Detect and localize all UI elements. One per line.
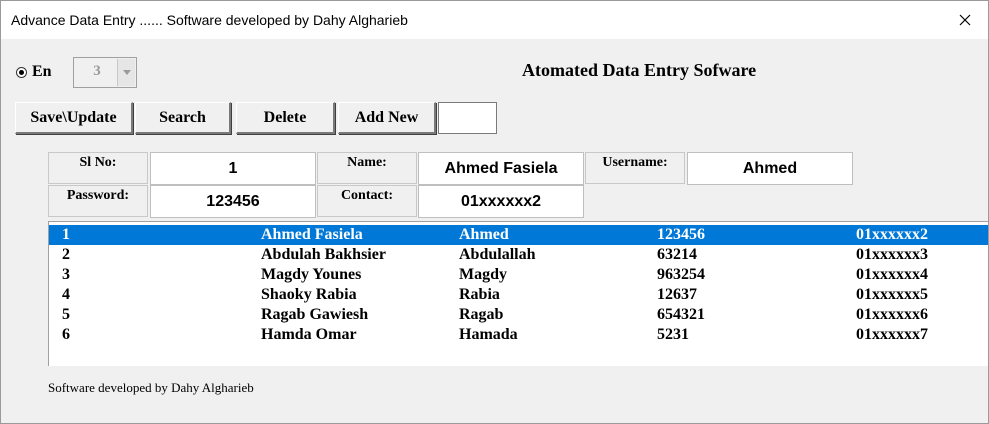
username-field[interactable]: Ahmed	[687, 152, 853, 185]
record-username: Hamada	[459, 326, 518, 343]
list-item[interactable]: 1 Ahmed Fasiela Ahmed 123456 01xxxxxx2	[49, 225, 988, 245]
record-username: Abdulallah	[459, 246, 536, 263]
contact-label: Contact:	[317, 185, 417, 217]
search-button[interactable]: Search	[135, 102, 231, 134]
record-contact: 01xxxxxx6	[856, 306, 928, 323]
record-password: 654321	[657, 306, 705, 323]
record-password: 963254	[657, 266, 705, 283]
record-id: 4	[62, 286, 70, 303]
record-password: 63214	[657, 246, 697, 263]
add-new-button[interactable]: Add New	[338, 102, 436, 134]
list-item[interactable]: 6 Hamda Omar Hamada 5231 01xxxxxx7	[49, 325, 988, 345]
record-username: Ahmed	[459, 226, 509, 243]
close-icon	[959, 14, 971, 26]
record-username: Magdy	[459, 266, 507, 283]
title-bar: Advance Data Entry ...... Software devel…	[1, 1, 988, 39]
record-id: 1	[62, 226, 70, 243]
record-name: Magdy Younes	[261, 266, 362, 283]
radio-selected-icon	[16, 66, 27, 78]
record-id: 5	[62, 306, 70, 323]
sl-no-field[interactable]: 1	[150, 152, 316, 185]
list-item[interactable]: 4 Shaoky Rabia Rabia 12637 01xxxxxx5	[49, 285, 988, 305]
name-label: Name:	[317, 152, 417, 184]
list-item[interactable]: 3 Magdy Younes Magdy 963254 01xxxxxx4	[49, 265, 988, 285]
language-radio[interactable]: En	[16, 63, 52, 81]
records-list[interactable]: 1 Ahmed Fasiela Ahmed 123456 01xxxxxx2 2…	[48, 221, 988, 366]
record-username: Rabia	[459, 286, 500, 303]
combobox-value: 3	[93, 63, 101, 79]
username-label: Username:	[585, 152, 685, 184]
dropdown-button[interactable]	[117, 59, 135, 86]
sl-no-label: Sl No:	[48, 152, 148, 184]
save-update-button[interactable]: Save\Update	[15, 102, 133, 134]
list-item[interactable]: 2 Abdulah Bakhsier Abdulallah 63214 01xx…	[49, 245, 988, 265]
password-field[interactable]: 123456	[150, 185, 316, 218]
record-name: Shaoky Rabia	[261, 286, 357, 303]
record-id: 2	[62, 246, 70, 263]
record-id: 6	[62, 326, 70, 343]
delete-button[interactable]: Delete	[236, 102, 335, 134]
window-title: Advance Data Entry ...... Software devel…	[11, 12, 408, 28]
extra-input[interactable]	[438, 102, 497, 134]
chevron-down-icon	[122, 70, 131, 75]
app-heading: Atomated Data Entry Sofware	[522, 60, 757, 80]
name-field[interactable]: Ahmed Fasiela	[418, 152, 584, 185]
record-id: 3	[62, 266, 70, 283]
record-name: Ahmed Fasiela	[261, 226, 363, 243]
number-combobox[interactable]: 3	[73, 57, 137, 88]
footer-credit: Software developed by Dahy Algharieb	[48, 380, 254, 395]
contact-field[interactable]: 01xxxxxx2	[418, 185, 584, 218]
password-label: Password:	[48, 185, 148, 217]
main-window: Advance Data Entry ...... Software devel…	[0, 0, 989, 424]
record-contact: 01xxxxxx7	[856, 326, 928, 343]
language-label: En	[32, 63, 52, 80]
record-name: Abdulah Bakhsier	[261, 246, 386, 263]
list-item[interactable]: 5 Ragab Gawiesh Ragab 654321 01xxxxxx6	[49, 305, 988, 325]
record-contact: 01xxxxxx5	[856, 286, 928, 303]
record-contact: 01xxxxxx3	[856, 246, 928, 263]
record-username: Ragab	[459, 306, 504, 323]
record-password: 12637	[657, 286, 697, 303]
record-password: 123456	[657, 226, 705, 243]
record-name: Hamda Omar	[261, 326, 357, 343]
record-contact: 01xxxxxx4	[856, 266, 928, 283]
record-password: 5231	[657, 326, 689, 343]
close-button[interactable]	[942, 1, 988, 39]
record-name: Ragab Gawiesh	[261, 306, 369, 323]
record-contact: 01xxxxxx2	[856, 226, 928, 243]
